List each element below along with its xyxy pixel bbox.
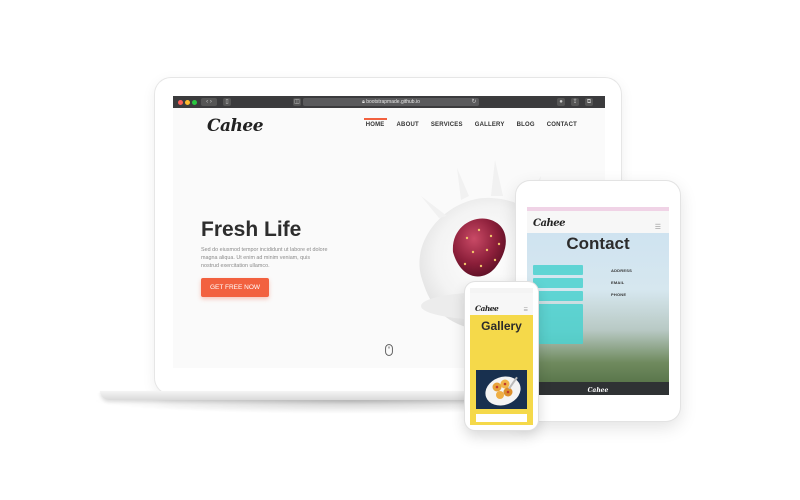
gallery-next-photo[interactable] — [476, 414, 527, 422]
message-field[interactable] — [533, 304, 583, 344]
site-logo[interactable]: Cahee — [207, 116, 264, 136]
minimize-window-icon[interactable] — [185, 100, 190, 105]
hamburger-menu-icon[interactable]: ☰ — [655, 223, 661, 231]
reload-icon[interactable]: ↻ — [471, 98, 477, 106]
nav-about[interactable]: ABOUT — [397, 122, 419, 128]
main-nav: HOME ABOUT SERVICES GALLERY BLOG CONTACT — [363, 118, 577, 128]
tablet-footer: Cahee — [527, 382, 669, 395]
nav-contact[interactable]: CONTACT — [547, 122, 577, 128]
nav-blog[interactable]: BLOG — [517, 122, 535, 128]
gallery-photo[interactable] — [476, 370, 527, 409]
phone-screen: Cahee ☰ Gallery — [470, 288, 533, 425]
name-field[interactable] — [533, 265, 583, 275]
get-free-now-button[interactable]: GET FREE NOW — [201, 278, 269, 297]
tablet-logo[interactable]: Cahee — [533, 218, 565, 229]
scroll-mouse-icon[interactable] — [385, 344, 393, 356]
info-icon[interactable]: ● — [557, 98, 565, 106]
address-bar[interactable]: 🔒︎ bootstrapmade.github.io — [303, 98, 479, 106]
footer-logo: Cahee — [587, 387, 609, 394]
tablet-header: Cahee ☰ — [527, 211, 669, 233]
subject-field[interactable] — [533, 291, 583, 301]
nav-gallery[interactable]: GALLERY — [475, 122, 505, 128]
tabs-icon[interactable]: ⧉ — [585, 98, 593, 106]
lock-icon: 🔒︎ — [362, 99, 365, 105]
browser-toolbar: ‹ › ▯ ◫ 🔒︎ bootstrapmade.github.io ↻ ● ⇪… — [173, 96, 605, 108]
email-field[interactable] — [533, 278, 583, 288]
nav-home[interactable]: HOME — [363, 118, 387, 128]
hamburger-menu-icon[interactable]: ☰ — [524, 307, 528, 313]
tablet-screen: Cahee ☰ Contact ADDRESS EMAIL PHONE Cahe… — [527, 207, 669, 395]
contact-title: Contact — [566, 234, 630, 253]
phone-logo[interactable]: Cahee — [475, 304, 499, 313]
gallery-title: Gallery — [481, 319, 522, 333]
phone-header: Cahee ☰ — [470, 293, 533, 315]
contact-form — [533, 265, 583, 361]
nav-services[interactable]: SERVICES — [431, 122, 463, 128]
privacy-icon: ◫ — [293, 98, 301, 106]
share-icon[interactable]: ⇪ — [571, 98, 579, 106]
url-text: bootstrapmade.github.io — [366, 99, 420, 105]
hero-text: Sed do eiusmod tempor incididunt ut labo… — [201, 247, 328, 269]
sidebar-toggle-icon[interactable]: ▯ — [223, 98, 231, 106]
close-window-icon[interactable] — [178, 100, 183, 105]
back-forward-button[interactable]: ‹ › — [201, 98, 217, 106]
phone-label: PHONE — [611, 292, 627, 297]
maximize-window-icon[interactable] — [192, 100, 197, 105]
contact-info: ADDRESS EMAIL PHONE — [611, 268, 663, 297]
pastry-plate-image — [476, 370, 527, 409]
hero-title: Fresh Life — [201, 218, 302, 241]
